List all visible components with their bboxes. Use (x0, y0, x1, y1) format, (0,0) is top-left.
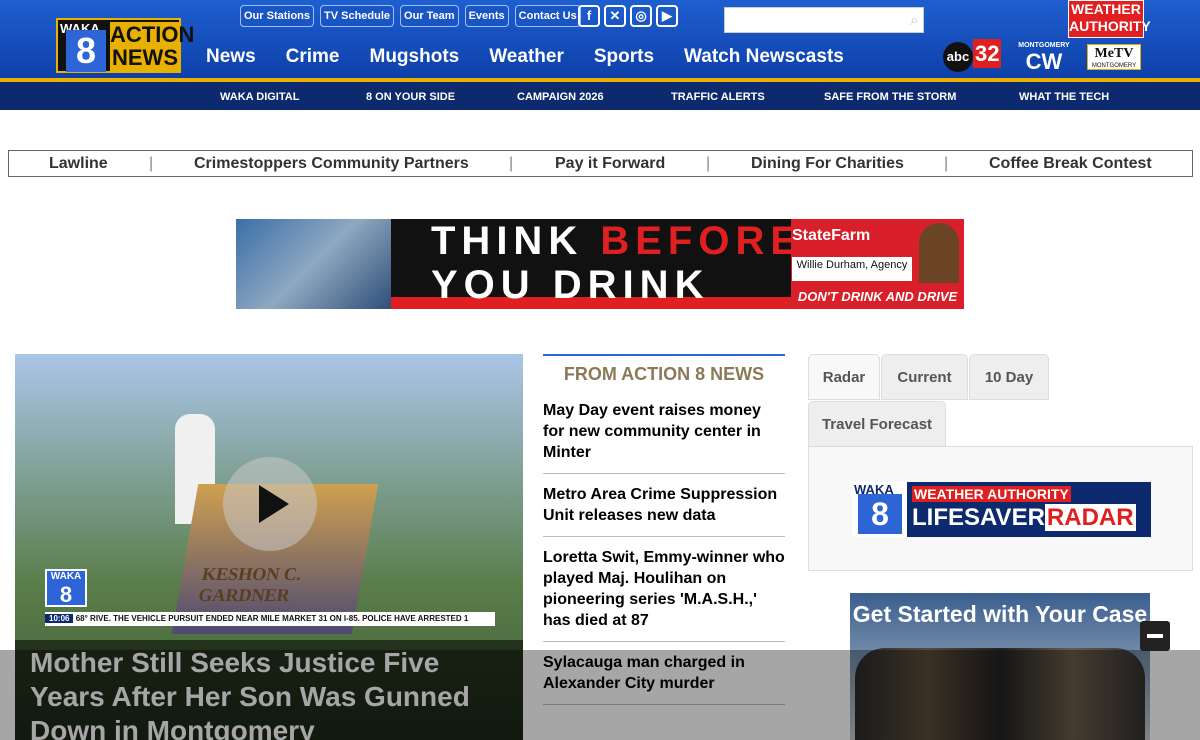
radar-radar: RADAR (1044, 504, 1136, 531)
legal-ad-headline: Get Started with Your Case (852, 601, 1148, 627)
news-item[interactable]: Loretta Swit, Emmy-winner who played Maj… (543, 537, 785, 642)
site-header: WAKA 8 ACTION NEWS Our Stations TV Sched… (0, 0, 1200, 80)
subnav-campaign-2026[interactable]: CAMPAIGN 2026 (517, 91, 604, 103)
agency-name: Willie Durham, Agency (792, 257, 912, 281)
subnav-waka-digital[interactable]: WAKA DIGITAL (220, 91, 299, 103)
promo-separator: | (706, 155, 711, 172)
link-contact-us[interactable]: Contact Us (514, 5, 581, 27)
x-icon[interactable]: ✕ (604, 5, 626, 27)
cw-city: MONTGOMERY (1018, 42, 1070, 49)
ticker-time: 10:06 (45, 614, 74, 623)
cw-logo[interactable]: MONTGOMERY CW (1018, 42, 1070, 74)
subnav-what-the-tech[interactable]: WHAT THE TECH (1019, 91, 1109, 103)
logo-action-news: ACTION NEWS (110, 22, 195, 71)
tab-radar[interactable]: Radar (808, 354, 880, 400)
news-item[interactable]: Metro Area Crime Suppression Unit releas… (543, 474, 785, 537)
grave-name: KESHON C. GARDNER (196, 564, 304, 605)
metv-city: MONTGOMERY (1091, 63, 1137, 69)
promo-pay-it-forward[interactable]: Pay it Forward (555, 155, 665, 173)
facebook-icon[interactable]: f (578, 5, 600, 27)
video-ticker: 10:06 68° RIVE. THE VEHICLE PURSUIT ENDE… (45, 612, 495, 626)
promo-lawline[interactable]: Lawline (49, 155, 108, 173)
video-station-logo: WAKA 8 (45, 569, 87, 607)
promo-dining-for-charities[interactable]: Dining For Charities (751, 155, 904, 173)
nav-news[interactable]: News (206, 46, 256, 68)
minimize-icon[interactable] (1140, 621, 1170, 651)
waka-action-news-logo[interactable]: WAKA 8 ACTION NEWS (56, 18, 195, 73)
link-our-stations[interactable]: Our Stations (240, 5, 315, 27)
lifesaver-radar-logo[interactable]: WAKA 8 WEATHER AUTHORITY LIFESAVERRADAR (852, 482, 1151, 537)
promo-bar: Lawline | Crimestoppers Community Partne… (8, 150, 1193, 177)
youtube-icon[interactable]: ▶ (656, 5, 678, 27)
statefarm-panel: StateFarm Willie Durham, Agency DON'T DR… (791, 219, 964, 309)
cw-text: CW (1025, 49, 1063, 74)
radar-panel: WAKA 8 WEATHER AUTHORITY LIFESAVERRADAR (808, 446, 1193, 571)
link-tv-schedule[interactable]: TV Schedule (320, 5, 395, 27)
main-nav: News Crime Mugshots Weather Sports Watch… (206, 46, 844, 68)
banner-before: BEFORE (600, 219, 804, 263)
nav-crime[interactable]: Crime (286, 46, 340, 68)
radar-lifesaver-line: LIFESAVERRADAR (912, 504, 1136, 532)
banner-think: THINK (431, 219, 601, 263)
statefarm-logo: StateFarm (792, 227, 871, 244)
top-links: Our Stations TV Schedule Our Team Events… (240, 5, 581, 27)
news-heading: FROM ACTION 8 NEWS (543, 354, 785, 390)
search-input[interactable]: ⌕ (724, 7, 924, 33)
ticker-temp: 68° (75, 614, 88, 623)
banner-slogan: DON'T DRINK AND DRIVE (797, 289, 958, 304)
link-events[interactable]: Events (464, 5, 509, 27)
social-links: f ✕ ◎ ▶ (578, 5, 678, 27)
nav-sports[interactable]: Sports (594, 46, 654, 68)
video-logo-eight: 8 (59, 582, 73, 607)
nav-weather[interactable]: Weather (489, 46, 564, 68)
subnav-traffic-alerts[interactable]: TRAFFIC ALERTS (671, 91, 765, 103)
video-logo-waka: WAKA (50, 571, 82, 582)
play-icon[interactable] (223, 457, 317, 551)
instagram-icon[interactable]: ◎ (630, 5, 652, 27)
radar-waka8: WAKA 8 (852, 482, 907, 537)
promo-separator: | (509, 155, 514, 172)
search-icon[interactable]: ⌕ (910, 10, 919, 30)
tab-10-day[interactable]: 10 Day (969, 354, 1049, 400)
nav-watch-newscasts[interactable]: Watch Newscasts (684, 46, 844, 68)
banner-headline: THINK BEFORE YOU DRINK (431, 219, 803, 307)
promo-crimestoppers[interactable]: Crimestoppers Community Partners (194, 155, 469, 173)
nav-mugshots[interactable]: Mugshots (370, 46, 460, 68)
abc-number: 32 (973, 39, 1002, 68)
ad-banner-think-before-you-drink[interactable]: THINK BEFORE YOU DRINK StateFarm Willie … (236, 219, 964, 309)
agent-photo (919, 223, 959, 283)
promo-separator: | (944, 155, 949, 172)
link-our-team[interactable]: Our Team (400, 5, 459, 27)
radar-lifesaver: LIFESAVER (912, 504, 1045, 531)
banner-photo (236, 219, 391, 309)
bottom-overlay (0, 650, 1200, 740)
logo-eight: 8 (66, 30, 106, 72)
abc-ring: abc (943, 42, 973, 72)
tab-travel-forecast[interactable]: Travel Forecast (808, 401, 946, 447)
ticker-text: RIVE. THE VEHICLE PURSUIT ENDED NEAR MIL… (90, 614, 469, 623)
metv-text: MeTV (1094, 46, 1134, 61)
metv-logo[interactable]: MeTV MONTGOMERY (1087, 44, 1141, 70)
weather-authority-logo[interactable]: WEATHER AUTHORITY (1068, 0, 1151, 38)
subnav-safe-from-the-storm[interactable]: SAFE FROM THE STORM (824, 91, 956, 103)
banner-you-drink: YOU DRINK (431, 263, 710, 307)
subnav-8-on-your-side[interactable]: 8 ON YOUR SIDE (366, 91, 455, 103)
tab-current[interactable]: Current (881, 354, 968, 400)
promo-coffee-break-contest[interactable]: Coffee Break Contest (989, 155, 1152, 173)
news-item[interactable]: May Day event raises money for new commu… (543, 390, 785, 474)
sub-nav: WAKA DIGITAL 8 ON YOUR SIDE CAMPAIGN 202… (0, 82, 1200, 110)
promo-separator: | (149, 155, 154, 172)
abc32-logo[interactable]: abc 32 (943, 39, 1003, 73)
radar-weather-authority: WEATHER AUTHORITY (912, 486, 1071, 502)
radar-eight: 8 (858, 494, 902, 534)
